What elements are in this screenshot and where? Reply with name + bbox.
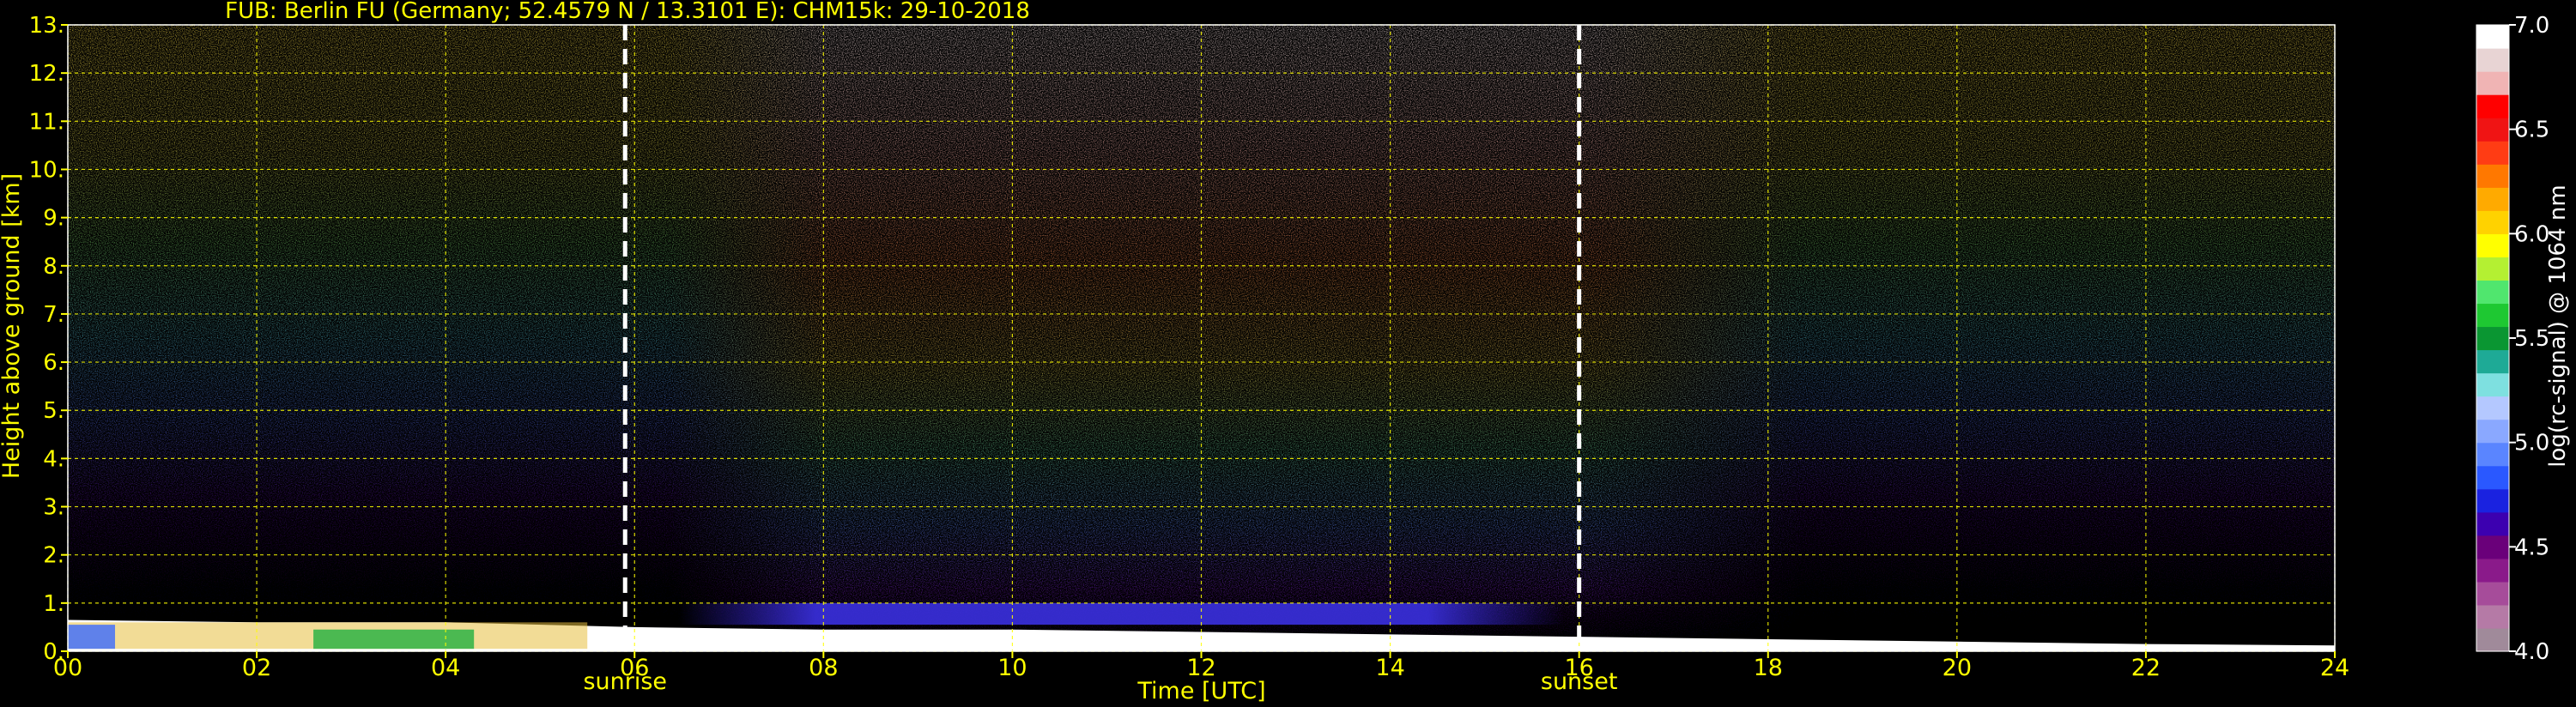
x-axis-label: Time [UTC] [1136,678,1265,704]
colorbar-segment [2476,558,2509,583]
colorbar-segment [2476,118,2509,142]
y-tick-label: 6. [43,350,64,376]
colorbar-tick-label: 7.0 [2514,13,2549,39]
plot-area [68,25,2335,651]
colorbar-segment [2476,25,2509,49]
colorbar-segment [2476,419,2509,444]
y-tick-label: 13. [29,13,64,39]
colorbar-segment [2476,604,2509,629]
colorbar-segment [2476,326,2509,351]
colorbar-segment [2476,442,2509,467]
x-tick-label: 06 [620,655,649,681]
y-tick-label: 8. [43,254,64,280]
colorbar-tick-label: 6.5 [2514,118,2549,143]
x-tick-label: 04 [431,655,460,681]
colorbar-segment [2476,210,2509,234]
colorbar-segment [2476,233,2509,257]
colorbar-segment [2476,627,2509,652]
colorbar-segment [2476,349,2509,374]
day-signal-group [68,25,2335,651]
colorbar-segment [2476,71,2509,95]
y-tick-label: 3. [43,495,64,521]
colorbar-segment [2476,164,2509,188]
colorbar-segment [2476,280,2509,305]
colorbar: 4.04.55.05.56.06.57.0 [2476,13,2549,665]
y-tick-label: 1. [43,591,64,617]
aerosol-layer-low [68,625,116,650]
x-tick-label: 08 [809,655,838,681]
day-signal [68,25,2335,651]
colorbar-segment [2476,94,2509,118]
colorbar-segment [2476,511,2509,536]
y-tick-label: 7. [43,302,64,328]
y-tick-label: 11. [29,109,64,135]
colorbar-segment [2476,396,2509,420]
x-tick-label: 10 [997,655,1027,681]
x-tick-label: 24 [2320,655,2349,681]
colorbar-segment [2476,48,2509,72]
colorbar-tick-label: 4.5 [2514,535,2549,560]
colorbar-segment [2476,465,2509,490]
chart-title: FUB: Berlin FU (Germany; 52.4579 N / 13.… [225,0,1030,24]
colorbar-segment [2476,372,2509,397]
y-axis-label: Height above ground [km] [0,173,25,479]
x-tick-label: 18 [1754,655,1783,681]
colorbar-segment [2476,581,2509,606]
signal-field [68,25,2335,651]
x-tick-label: 02 [242,655,271,681]
y-tick-label: 2. [43,543,64,569]
x-tick-label: 20 [1943,655,1972,681]
colorbar-segment [2476,141,2509,165]
colorbar-label: log(rc-signal) @ 1064 nm [2545,184,2571,467]
y-tick-label: 4. [43,446,64,472]
colorbar-segment [2476,535,2509,559]
y-tick-label: 10. [29,157,64,183]
y-tick-label: 9. [43,206,64,232]
x-tick-label: 16 [1564,655,1593,681]
colorbar-segment [2476,187,2509,211]
y-tick-label: 12. [29,61,64,87]
y-tick-label: 5. [43,398,64,424]
colorbar-segment [2476,303,2509,328]
x-tick-label: 22 [2131,655,2161,681]
colorbar-segment [2476,488,2509,513]
colorbar-segment [2476,257,2509,281]
x-tick-label: 14 [1375,655,1404,681]
residual-layer-band [68,602,2335,625]
colorbar-tick-label: 4.0 [2514,639,2549,665]
aerosol-layer-green [313,629,475,650]
lidar-figure: sunrise sunset 00 02 04 06 08 10 12 14 16 18 20 22 24… [0,0,2571,704]
y-tick-label: 0. [43,639,64,665]
